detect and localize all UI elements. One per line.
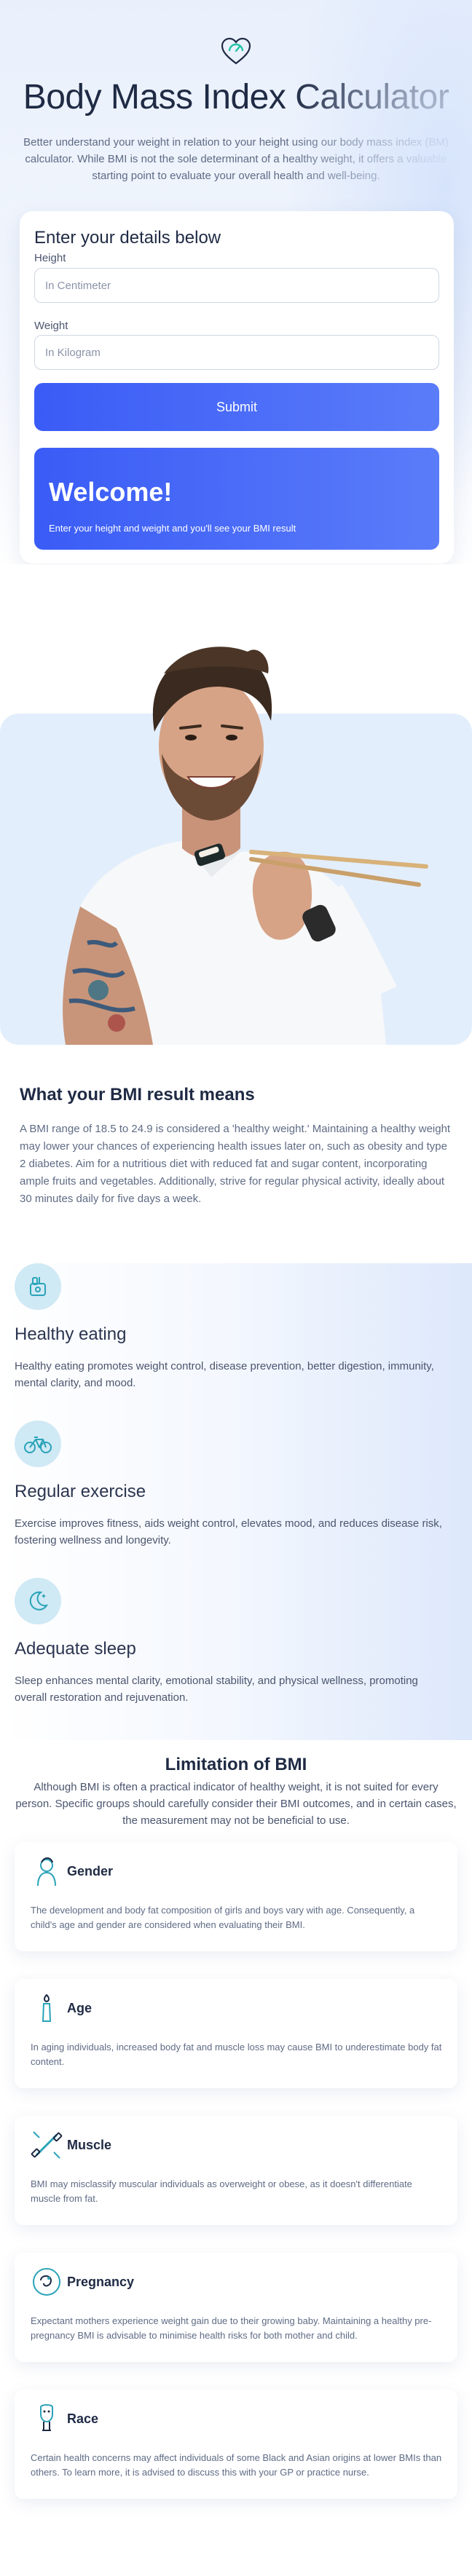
benefit-regular-exercise: Regular exercise Exercise improves fitne… xyxy=(15,1421,452,1549)
benefit-healthy-eating: Healthy eating Healthy eating promotes w… xyxy=(15,1263,452,1391)
limitation-text: BMI may misclassify muscular individuals… xyxy=(31,2178,412,2204)
limitation-card-pregnancy: Pregnancy Expectant mothers experience w… xyxy=(15,2253,457,2362)
muscle-icon xyxy=(31,2131,63,2159)
limitations-intro: Although BMI is often a practical indica… xyxy=(15,1781,457,1827)
moon-icon xyxy=(15,1578,61,1624)
benefit-title: Regular exercise xyxy=(15,1482,146,1501)
limitations-title: Limitation of BMI xyxy=(165,1755,307,1774)
height-label: Height xyxy=(34,252,66,264)
limitation-card-gender: Gender The development and body fat comp… xyxy=(15,1842,457,1951)
limitation-name: Gender xyxy=(67,1864,114,1878)
welcome-text: Enter your height and weight and you'll … xyxy=(49,523,296,534)
limitation-text: Expectant mothers experience weight gain… xyxy=(31,2315,432,2341)
page-title: Body Mass Index Calculator xyxy=(23,78,449,116)
submit-button[interactable]: Submit xyxy=(34,383,439,431)
page: Body Mass Index Calculator Better unders… xyxy=(0,0,472,2576)
limitation-card-muscle: Muscle BMI may misclassify muscular indi… xyxy=(15,2116,457,2225)
benefit-title: Adequate sleep xyxy=(15,1639,136,1659)
bmi-meaning-text: A BMI range of 18.5 to 24.9 is considere… xyxy=(20,1123,451,1205)
benefit-text: Exercise improves fitness, aids weight c… xyxy=(15,1517,442,1546)
limitation-name: Race xyxy=(67,2411,99,2426)
limitation-card-age: Age In aging individuals, increased body… xyxy=(15,1979,457,2088)
benefits-section: Healthy eating Healthy eating promotes w… xyxy=(0,1263,472,1740)
benefit-text: Healthy eating promotes weight control, … xyxy=(15,1360,434,1389)
welcome-title: Welcome! xyxy=(49,477,173,507)
page-description: Better understand your weight in relatio… xyxy=(23,136,449,182)
limitation-name: Muscle xyxy=(67,2138,112,2152)
bmi-meaning-title: What your BMI result means xyxy=(20,1085,255,1105)
limitation-text: Certain health concerns may affect indiv… xyxy=(31,2452,442,2478)
race-icon xyxy=(40,2404,53,2431)
weight-label: Weight xyxy=(34,320,68,332)
height-input[interactable] xyxy=(34,268,439,303)
limitation-card-race: Race Certain health concerns may affect … xyxy=(15,2390,457,2499)
hero-section: Body Mass Index Calculator Better unders… xyxy=(0,0,472,564)
limitation-name: Pregnancy xyxy=(67,2275,135,2289)
bicycle-icon xyxy=(15,1421,61,1467)
result-panel: Welcome! Enter your height and weight an… xyxy=(34,448,439,550)
photo-section xyxy=(0,564,472,1045)
benefit-title: Healthy eating xyxy=(15,1324,127,1344)
gender-icon xyxy=(37,1857,56,1886)
pregnancy-icon xyxy=(33,2268,60,2296)
limitation-name: Age xyxy=(67,2001,93,2015)
bmi-form-card: Enter your details below Height Weight S… xyxy=(20,211,454,564)
heart-scale-icon xyxy=(221,37,251,65)
limitations-section: Limitation of BMI Although BMI is often … xyxy=(0,1740,472,2576)
weight-input[interactable] xyxy=(34,335,439,370)
limitation-text: In aging individuals, increased body fat… xyxy=(31,2042,442,2067)
benefit-adequate-sleep: Adequate sleep Sleep enhances mental cla… xyxy=(15,1578,452,1706)
form-title: Enter your details below xyxy=(34,228,221,248)
age-icon xyxy=(42,1994,52,2022)
limitation-text: The development and body fat composition… xyxy=(31,1905,415,1930)
bmi-meaning-section: What your BMI result means A BMI range o… xyxy=(0,1045,472,1263)
benefit-text: Sleep enhances mental clarity, emotional… xyxy=(15,1675,418,1704)
food-icon xyxy=(15,1263,61,1310)
man-with-chopsticks-photo xyxy=(63,647,428,1045)
